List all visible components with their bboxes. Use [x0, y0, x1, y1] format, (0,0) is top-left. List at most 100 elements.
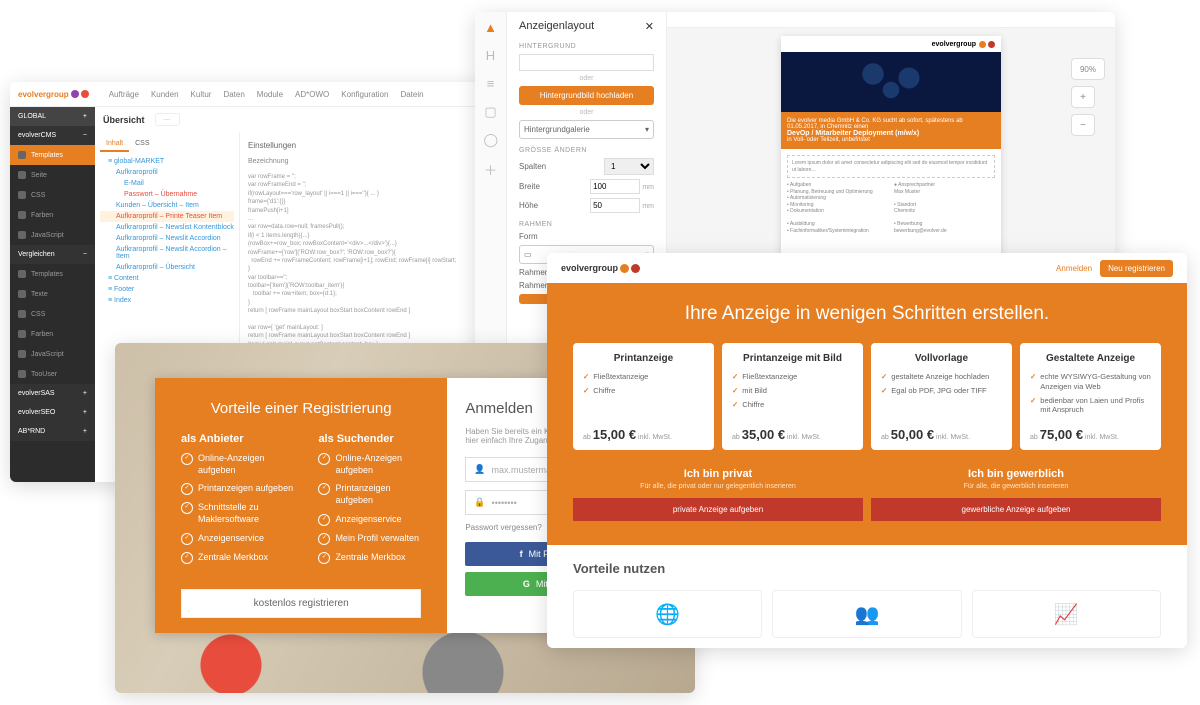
tree-node[interactable]: Aufkraroprofil – Newslit Accordion [100, 233, 234, 244]
benefit-item: Mein Profil verwalten [318, 533, 421, 545]
benefit-item: Anzeigenservice [318, 514, 421, 526]
benefits-panel: Vorteile einer Registrierung als Anbiete… [155, 378, 447, 633]
benefit-card[interactable]: 🌐 [573, 590, 762, 638]
tree-node[interactable]: ≡ Footer [100, 284, 234, 295]
sidebar-item[interactable]: Texte [10, 284, 95, 304]
tab[interactable]: Kultur [191, 90, 212, 99]
text-icon[interactable]: ≡ [484, 76, 498, 90]
band-title: DevOp / Mitarbeiter Deployment (m/w/x) [787, 130, 995, 137]
tree-node[interactable]: Passwort – Übernahme [100, 189, 234, 200]
height-input[interactable] [590, 198, 640, 213]
benefit-item: Online-Anzeigen aufgeben [318, 453, 421, 476]
sidebar-item[interactable]: Farben [10, 205, 95, 225]
price-card[interactable]: PrintanzeigeFließtextanzeigeChiffreab 15… [573, 343, 714, 450]
sidebar-item[interactable]: CSS [10, 185, 95, 205]
camera-icon[interactable]: ◯ [484, 132, 498, 146]
tree-node[interactable]: E-Mail [100, 178, 234, 189]
sidebar-item-templates[interactable]: Templates [10, 145, 95, 165]
audience-sub: Für alle, die gewerblich inserieren [871, 483, 1161, 490]
tab[interactable]: Konfiguration [341, 90, 388, 99]
sidebar-item[interactable]: Vergleichen− [10, 245, 95, 264]
add-icon[interactable]: ＋ [484, 160, 498, 174]
sidebar-item[interactable]: TooUser [10, 364, 95, 384]
benefit-item: Online-Anzeigen aufgeben [181, 453, 298, 476]
audience-block: Ich bin privatFür alle, die privat oder … [573, 468, 863, 521]
tab[interactable]: Aufträge [109, 90, 139, 99]
band-sub: in Voll- oder Teilzeit, unbefristet [787, 137, 995, 143]
color-icon [18, 211, 26, 219]
sidebar-item[interactable]: Seite [10, 165, 95, 185]
benefit-card[interactable]: 👥 [772, 590, 961, 638]
image-icon[interactable]: ▢ [484, 104, 498, 118]
zoom-percent[interactable]: 90% [1071, 58, 1105, 80]
create-ad-button[interactable]: gewerbliche Anzeige aufgeben [871, 498, 1161, 521]
lock-icon: 🔒 [474, 497, 485, 508]
heading-icon[interactable]: H [484, 48, 498, 62]
feature-item: mit Bild [732, 386, 853, 396]
upload-bg-button[interactable]: Hintergrundbild hochladen [519, 86, 654, 105]
price-card[interactable]: Gestaltete Anzeigeechte WYSIWYG-Gestaltu… [1020, 343, 1161, 450]
tab-content[interactable]: Inhalt [100, 137, 129, 152]
tree-node[interactable]: ≡ global-MARKET [100, 156, 234, 167]
page-title: Übersicht [103, 115, 145, 125]
card-title: Printanzeige [583, 353, 704, 364]
sidebar-section[interactable]: evolverSEO+ [10, 403, 95, 422]
tree-node[interactable]: Aufkraroprofil [100, 167, 234, 178]
tree-node[interactable]: Kunden – Übersicht – Item [100, 200, 234, 211]
price-card[interactable]: Vollvorlagegestaltete Anzeige hochladenE… [871, 343, 1012, 450]
bg-gallery-button[interactable]: Hintergrundgalerie▾ [519, 120, 654, 139]
tree-node[interactable]: Aufkraroprofil – Übersicht [100, 262, 234, 273]
tab[interactable]: AD*OWO [295, 90, 329, 99]
height-label: Höhe [519, 201, 538, 210]
sidebar-item[interactable]: CSS [10, 304, 95, 324]
register-button[interactable]: kostenlos registrieren [181, 589, 421, 618]
width-input[interactable] [590, 179, 640, 194]
brand-dot-icon [979, 41, 986, 48]
price-card[interactable]: Printanzeige mit BildFließtextanzeigemit… [722, 343, 863, 450]
brand-dot-icon [81, 90, 89, 98]
tree-node[interactable]: ≡ Index [100, 295, 234, 306]
zoom-in-button[interactable]: + [1071, 86, 1095, 108]
sidebar-section[interactable]: AB*RND+ [10, 422, 95, 441]
benefit-card[interactable]: 📈 [972, 590, 1161, 638]
admin-sidebar: GLOBAL+ evolverCMS− Templates Seite CSS … [10, 107, 95, 482]
network-graphic [846, 62, 936, 102]
feature-item: Fließtextanzeige [583, 372, 704, 382]
tree-node[interactable]: Aufkraroprofil – Newslit Accordion – Ite… [100, 244, 234, 262]
audience-block: Ich bin gewerblichFür alle, die gewerbli… [871, 468, 1161, 521]
tab[interactable]: Datein [400, 90, 423, 99]
background-input[interactable] [519, 54, 654, 71]
tree-node[interactable]: Aufkraroprofil – Printe Teaser Item [100, 211, 234, 222]
sidebar-item[interactable]: Templates [10, 264, 95, 284]
tab[interactable]: Kunden [151, 90, 179, 99]
fire-icon[interactable]: ▲ [484, 20, 498, 34]
sidebar-item[interactable]: JavaScript [10, 344, 95, 364]
tab[interactable]: Daten [223, 90, 244, 99]
benefit-item: Printanzeigen aufgeben [181, 483, 298, 495]
register-button[interactable]: Neu registrieren [1100, 260, 1173, 277]
benefits-title: Vorteile nutzen [573, 561, 1161, 576]
sidebar-section[interactable]: GLOBAL+ [10, 107, 95, 126]
close-icon[interactable]: ✕ [645, 20, 654, 33]
filter-pill[interactable]: — [155, 113, 180, 126]
login-link[interactable]: Anmelden [1056, 264, 1092, 273]
tree-node[interactable]: ≡ Content [100, 273, 234, 284]
sidebar-section[interactable]: evolverCMS− [10, 126, 95, 145]
tab-css[interactable]: CSS [129, 137, 155, 152]
audience-title: Ich bin privat [573, 468, 863, 480]
zoom-out-button[interactable]: − [1071, 114, 1095, 136]
width-label: Breite [519, 182, 540, 191]
tree-node[interactable]: Aufkraroprofil – Newslist Kontentblock [100, 222, 234, 233]
feature-item: Chiffre [732, 400, 853, 410]
tab[interactable]: Module [257, 90, 283, 99]
brand-dot-icon [631, 264, 640, 273]
sidebar-item[interactable]: JavaScript [10, 225, 95, 245]
pricing-window: evolvergroup Anmelden Neu registrieren I… [547, 253, 1187, 648]
sidebar-item[interactable]: Farben [10, 324, 95, 344]
feature-item: bedienbar von Laien und Profis mit Anspr… [1030, 396, 1151, 416]
sidebar-section[interactable]: evolverSAS+ [10, 384, 95, 403]
brand-dot-icon [620, 264, 629, 273]
cols-select[interactable]: 1 [604, 158, 654, 175]
create-ad-button[interactable]: private Anzeige aufgeben [573, 498, 863, 521]
brand-dot-icon [71, 90, 79, 98]
